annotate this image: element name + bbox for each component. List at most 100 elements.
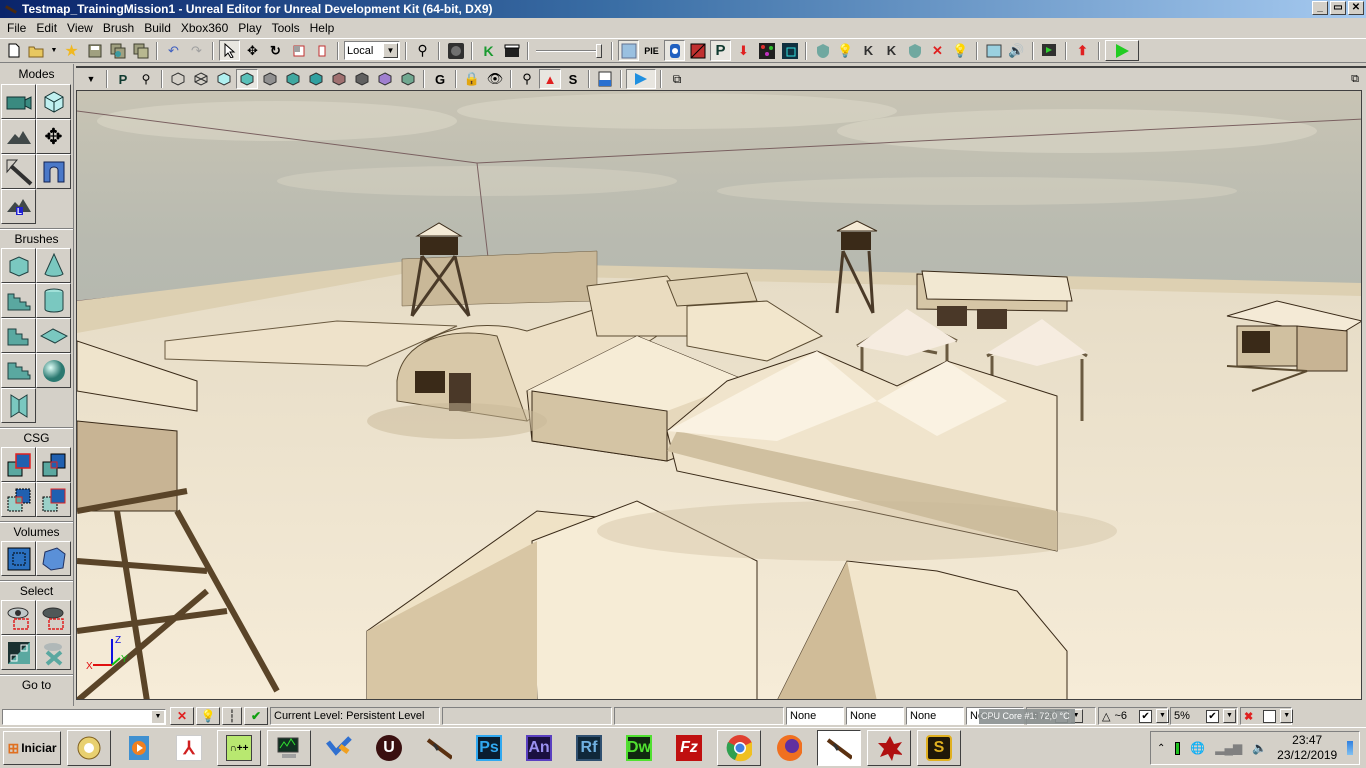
- curved-stair-brush-button[interactable]: [1, 283, 36, 318]
- menu-play[interactable]: Play: [233, 21, 266, 35]
- open-folder-icon[interactable]: [26, 40, 47, 61]
- start-button[interactable]: ⊞ Iniciar: [3, 731, 61, 765]
- window-layout-icon[interactable]: [983, 40, 1004, 61]
- taskbar-splatter-app[interactable]: [867, 730, 911, 766]
- content-browser-icon[interactable]: [445, 40, 466, 61]
- actor-group-icon[interactable]: [904, 40, 925, 61]
- spiral-stair-brush-button[interactable]: [1, 353, 36, 388]
- translate-icon[interactable]: ✥: [242, 40, 263, 61]
- show-all-button[interactable]: [36, 635, 71, 670]
- perspective-viewport[interactable]: Z X Y: [76, 90, 1362, 700]
- taskbar-photoshop[interactable]: Ps: [467, 730, 511, 766]
- game-view-toggle[interactable]: G: [429, 69, 451, 89]
- volumetric-brush-button[interactable]: [1, 388, 36, 423]
- clock[interactable]: 23:47 23/12/2019: [1277, 733, 1337, 763]
- menu-build[interactable]: Build: [139, 21, 176, 35]
- move-mode-button[interactable]: ✥: [36, 119, 71, 154]
- menu-help[interactable]: Help: [305, 21, 340, 35]
- lightmap-density-icon[interactable]: [374, 69, 396, 89]
- mesh-paint-mode-button[interactable]: [36, 154, 71, 189]
- texture-align-mode-button[interactable]: [1, 154, 36, 189]
- wireframe-icon[interactable]: [190, 69, 212, 89]
- joystick-icon[interactable]: ⚲: [135, 69, 157, 89]
- submit-to-source-icon[interactable]: [779, 40, 800, 61]
- lock-icon[interactable]: 🔒: [461, 69, 483, 89]
- camera-speed-icon[interactable]: ⚲: [516, 69, 538, 89]
- lighting-only-icon[interactable]: [282, 69, 304, 89]
- show-desktop-icon[interactable]: [1347, 741, 1353, 755]
- sphere-brush-button[interactable]: [36, 353, 71, 388]
- cylinder-brush-button[interactable]: [36, 283, 71, 318]
- sheet-brush-button[interactable]: [36, 318, 71, 353]
- slider-thumb[interactable]: [596, 43, 602, 58]
- menu-view[interactable]: View: [62, 21, 98, 35]
- toggle-light-button[interactable]: 💡: [196, 707, 220, 725]
- hide-selected-button[interactable]: [36, 600, 71, 635]
- taskbar-chrome[interactable]: [717, 730, 761, 766]
- menu-edit[interactable]: Edit: [31, 21, 62, 35]
- save-packages-icon[interactable]: [130, 40, 151, 61]
- path-nodes-icon[interactable]: K: [858, 40, 879, 61]
- taskbar-visual-studio[interactable]: [317, 730, 361, 766]
- taskbar-firefox[interactable]: [767, 730, 811, 766]
- perspective-toggle[interactable]: P: [112, 69, 134, 89]
- texture-density-icon[interactable]: [328, 69, 350, 89]
- invert-selection-button[interactable]: [1, 635, 36, 670]
- taskbar-unreal[interactable]: U: [367, 730, 411, 766]
- taskbar-control-panel[interactable]: [67, 730, 111, 766]
- select-cursor-icon[interactable]: [219, 40, 240, 61]
- favorites-star-icon[interactable]: ★: [61, 40, 82, 61]
- menu-xbox360[interactable]: Xbox360: [176, 21, 233, 35]
- cube-brush-button[interactable]: [1, 248, 36, 283]
- build-lighting-icon[interactable]: [664, 40, 685, 61]
- chevron-down-icon[interactable]: ▼: [1156, 709, 1170, 723]
- network-globe-icon[interactable]: 🌐: [1190, 741, 1205, 755]
- toggle-bsp-button[interactable]: ┆: [222, 707, 242, 725]
- unlit-icon[interactable]: [213, 69, 235, 89]
- scale-nonuniform-icon[interactable]: [311, 40, 332, 61]
- taskbar-reflow[interactable]: Rf: [567, 730, 611, 766]
- lighting-channels-icon[interactable]: [397, 69, 419, 89]
- matinee-clapper-icon[interactable]: [501, 40, 522, 61]
- light-p-icon[interactable]: 💡: [950, 40, 971, 61]
- taskbar-udk-active[interactable]: [817, 730, 861, 766]
- drag-grid-slider[interactable]: [534, 43, 606, 59]
- pie-icon[interactable]: PIE: [641, 40, 662, 61]
- detail-lighting-icon[interactable]: [259, 69, 281, 89]
- menu-file[interactable]: File: [2, 21, 31, 35]
- level-visibility-icon[interactable]: [594, 69, 616, 89]
- geometry-mode-button[interactable]: [36, 84, 71, 119]
- menu-tools[interactable]: Tools: [267, 21, 305, 35]
- linear-stair-brush-button[interactable]: [1, 318, 36, 353]
- taskbar-notepad-plus-plus[interactable]: ∩++: [217, 730, 261, 766]
- camera-mode-button[interactable]: [1, 84, 36, 119]
- taskbar-media-player[interactable]: [117, 730, 161, 766]
- taskbar-s-app[interactable]: S: [917, 730, 961, 766]
- realtime-toggle-icon[interactable]: ▲: [539, 69, 561, 89]
- status-field-2[interactable]: None: [846, 707, 904, 725]
- show-selected-button[interactable]: [1, 600, 36, 635]
- build-cover-icon[interactable]: ⬇: [733, 40, 754, 61]
- remove-actor-icon[interactable]: ✕: [927, 40, 948, 61]
- taskbar-filezilla[interactable]: Fz: [667, 730, 711, 766]
- binoculars-search-icon[interactable]: ⚲: [412, 40, 433, 61]
- build-all-icon[interactable]: [756, 40, 777, 61]
- taskbar-system-monitor[interactable]: [267, 730, 311, 766]
- menu-brush[interactable]: Brush: [98, 21, 139, 35]
- kismet-icon[interactable]: K: [478, 40, 499, 61]
- taskbar-dreamweaver[interactable]: Dw: [617, 730, 661, 766]
- open-dropdown-icon[interactable]: ▼: [49, 40, 59, 61]
- minimize-button[interactable]: _: [1312, 1, 1328, 15]
- status-field-1[interactable]: None: [786, 707, 844, 725]
- redo-icon[interactable]: ↷: [186, 40, 207, 61]
- scale-icon[interactable]: [288, 40, 309, 61]
- restore-button[interactable]: ▭: [1330, 1, 1346, 15]
- cone-brush-button[interactable]: [36, 248, 71, 283]
- csg-intersect-button[interactable]: [1, 482, 36, 517]
- status-field-3[interactable]: None: [906, 707, 964, 725]
- light-complexity-icon[interactable]: [305, 69, 327, 89]
- maximize-viewport-icon[interactable]: ⧉: [1344, 69, 1366, 89]
- add-volume-button[interactable]: [1, 541, 36, 576]
- rotate-icon[interactable]: ↻: [265, 40, 286, 61]
- build-paths-icon[interactable]: P: [710, 40, 731, 61]
